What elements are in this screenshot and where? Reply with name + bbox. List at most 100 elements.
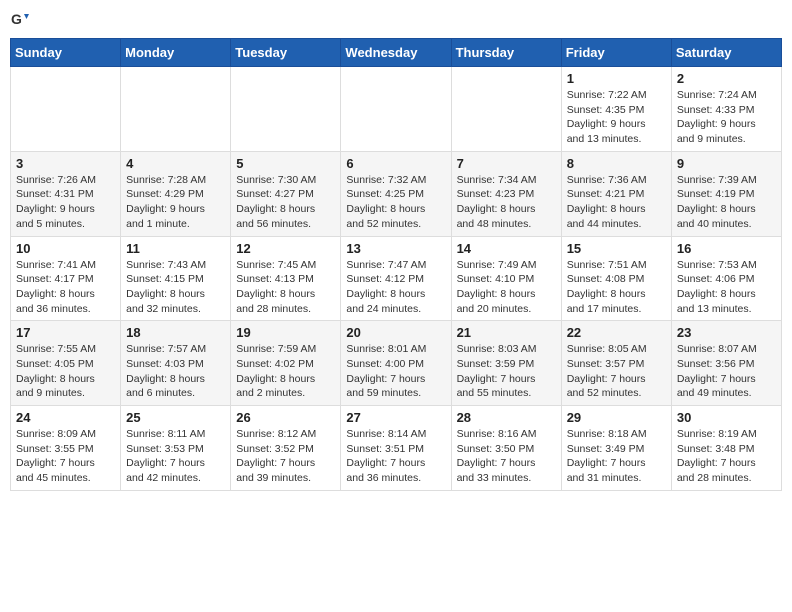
calendar-cell: 13 Sunrise: 7:47 AM Sunset: 4:12 PM Dayli… [341, 236, 451, 321]
day-info: Sunrise: 8:11 AM Sunset: 3:53 PM Dayligh… [126, 427, 225, 486]
day-info: Sunrise: 7:47 AM Sunset: 4:12 PM Dayligh… [346, 258, 445, 317]
day-number: 24 [16, 410, 115, 425]
day-info: Sunrise: 7:34 AM Sunset: 4:23 PM Dayligh… [457, 173, 556, 232]
day-info: Sunrise: 7:32 AM Sunset: 4:25 PM Dayligh… [346, 173, 445, 232]
day-number: 25 [126, 410, 225, 425]
day-number: 14 [457, 241, 556, 256]
day-number: 27 [346, 410, 445, 425]
day-info: Sunrise: 7:36 AM Sunset: 4:21 PM Dayligh… [567, 173, 666, 232]
calendar-cell [11, 67, 121, 152]
day-number: 3 [16, 156, 115, 171]
day-number: 29 [567, 410, 666, 425]
day-number: 9 [677, 156, 776, 171]
calendar-cell: 1Sunrise: 7:22 AM Sunset: 4:35 PM Daylig… [561, 67, 671, 152]
calendar-cell: 26 Sunrise: 8:12 AM Sunset: 3:52 PM Dayli… [231, 406, 341, 491]
day-number: 4 [126, 156, 225, 171]
weekday-header-friday: Friday [561, 39, 671, 67]
day-number: 28 [457, 410, 556, 425]
day-info: Sunrise: 7:26 AM Sunset: 4:31 PM Dayligh… [16, 173, 115, 232]
day-info: Sunrise: 8:12 AM Sunset: 3:52 PM Dayligh… [236, 427, 335, 486]
calendar-cell: 2 Sunrise: 7:24 AM Sunset: 4:33 PM Daylig… [671, 67, 781, 152]
day-number: 21 [457, 325, 556, 340]
day-info: Sunrise: 7:41 AM Sunset: 4:17 PM Dayligh… [16, 258, 115, 317]
day-number: 17 [16, 325, 115, 340]
day-info: Sunrise: 7:55 AM Sunset: 4:05 PM Dayligh… [16, 342, 115, 401]
calendar-cell: 4 Sunrise: 7:28 AM Sunset: 4:29 PM Daylig… [121, 151, 231, 236]
calendar-cell [231, 67, 341, 152]
day-info: Sunrise: 7:57 AM Sunset: 4:03 PM Dayligh… [126, 342, 225, 401]
calendar-cell: 30 Sunrise: 8:19 AM Sunset: 3:48 PM Dayli… [671, 406, 781, 491]
weekday-header-saturday: Saturday [671, 39, 781, 67]
calendar-cell [341, 67, 451, 152]
day-info: Sunrise: 7:51 AM Sunset: 4:08 PM Dayligh… [567, 258, 666, 317]
day-number: 2 [677, 71, 776, 86]
svg-text:G: G [11, 11, 22, 27]
day-info: Sunrise: 7:53 AM Sunset: 4:06 PM Dayligh… [677, 258, 776, 317]
calendar-cell: 10 Sunrise: 7:41 AM Sunset: 4:17 PM Dayli… [11, 236, 121, 321]
day-number: 30 [677, 410, 776, 425]
calendar-cell: 27 Sunrise: 8:14 AM Sunset: 3:51 PM Dayli… [341, 406, 451, 491]
weekday-header-wednesday: Wednesday [341, 39, 451, 67]
week-row-3: 10 Sunrise: 7:41 AM Sunset: 4:17 PM Dayli… [11, 236, 782, 321]
week-row-4: 17 Sunrise: 7:55 AM Sunset: 4:05 PM Dayli… [11, 321, 782, 406]
header: G [10, 10, 782, 30]
day-number: 6 [346, 156, 445, 171]
logo: G [10, 10, 34, 30]
day-number: 23 [677, 325, 776, 340]
calendar-cell: 19 Sunrise: 7:59 AM Sunset: 4:02 PM Dayli… [231, 321, 341, 406]
day-info: Sunrise: 7:39 AM Sunset: 4:19 PM Dayligh… [677, 173, 776, 232]
day-info: Sunrise: 7:30 AM Sunset: 4:27 PM Dayligh… [236, 173, 335, 232]
day-number: 19 [236, 325, 335, 340]
day-number: 16 [677, 241, 776, 256]
weekday-header-row: SundayMondayTuesdayWednesdayThursdayFrid… [11, 39, 782, 67]
day-number: 8 [567, 156, 666, 171]
day-number: 5 [236, 156, 335, 171]
weekday-header-sunday: Sunday [11, 39, 121, 67]
day-info: Sunrise: 7:43 AM Sunset: 4:15 PM Dayligh… [126, 258, 225, 317]
day-info: Sunrise: 7:24 AM Sunset: 4:33 PM Dayligh… [677, 88, 776, 147]
calendar-cell: 25 Sunrise: 8:11 AM Sunset: 3:53 PM Dayli… [121, 406, 231, 491]
day-number: 18 [126, 325, 225, 340]
calendar-cell: 20Sunrise: 8:01 AM Sunset: 4:00 PM Dayli… [341, 321, 451, 406]
day-info: Sunrise: 8:09 AM Sunset: 3:55 PM Dayligh… [16, 427, 115, 486]
calendar-cell: 23 Sunrise: 8:07 AM Sunset: 3:56 PM Dayli… [671, 321, 781, 406]
day-info: Sunrise: 8:03 AM Sunset: 3:59 PM Dayligh… [457, 342, 556, 401]
day-info: Sunrise: 8:19 AM Sunset: 3:48 PM Dayligh… [677, 427, 776, 486]
calendar-cell: 17 Sunrise: 7:55 AM Sunset: 4:05 PM Dayli… [11, 321, 121, 406]
week-row-2: 3 Sunrise: 7:26 AM Sunset: 4:31 PM Daylig… [11, 151, 782, 236]
day-info: Sunrise: 8:07 AM Sunset: 3:56 PM Dayligh… [677, 342, 776, 401]
weekday-header-thursday: Thursday [451, 39, 561, 67]
week-row-1: 1Sunrise: 7:22 AM Sunset: 4:35 PM Daylig… [11, 67, 782, 152]
day-number: 20 [346, 325, 445, 340]
day-info: Sunrise: 7:59 AM Sunset: 4:02 PM Dayligh… [236, 342, 335, 401]
calendar-cell: 15 Sunrise: 7:51 AM Sunset: 4:08 PM Dayli… [561, 236, 671, 321]
day-info: Sunrise: 7:45 AM Sunset: 4:13 PM Dayligh… [236, 258, 335, 317]
calendar-cell: 29 Sunrise: 8:18 AM Sunset: 3:49 PM Dayli… [561, 406, 671, 491]
week-row-5: 24 Sunrise: 8:09 AM Sunset: 3:55 PM Dayli… [11, 406, 782, 491]
day-number: 13 [346, 241, 445, 256]
day-number: 12 [236, 241, 335, 256]
calendar-cell: 9 Sunrise: 7:39 AM Sunset: 4:19 PM Daylig… [671, 151, 781, 236]
day-number: 15 [567, 241, 666, 256]
calendar-table: SundayMondayTuesdayWednesdayThursdayFrid… [10, 38, 782, 491]
calendar-cell: 6 Sunrise: 7:32 AM Sunset: 4:25 PM Daylig… [341, 151, 451, 236]
calendar-cell: 18 Sunrise: 7:57 AM Sunset: 4:03 PM Dayli… [121, 321, 231, 406]
calendar-cell: 21 Sunrise: 8:03 AM Sunset: 3:59 PM Dayli… [451, 321, 561, 406]
calendar-cell: 3 Sunrise: 7:26 AM Sunset: 4:31 PM Daylig… [11, 151, 121, 236]
day-info: Sunrise: 7:28 AM Sunset: 4:29 PM Dayligh… [126, 173, 225, 232]
day-number: 26 [236, 410, 335, 425]
day-number: 10 [16, 241, 115, 256]
day-info: Sunrise: 7:49 AM Sunset: 4:10 PM Dayligh… [457, 258, 556, 317]
calendar-cell: 24 Sunrise: 8:09 AM Sunset: 3:55 PM Dayli… [11, 406, 121, 491]
weekday-header-tuesday: Tuesday [231, 39, 341, 67]
logo-icon: G [10, 10, 30, 30]
calendar-cell [121, 67, 231, 152]
day-number: 22 [567, 325, 666, 340]
weekday-header-monday: Monday [121, 39, 231, 67]
calendar-cell [451, 67, 561, 152]
day-info: Sunrise: 8:18 AM Sunset: 3:49 PM Dayligh… [567, 427, 666, 486]
day-info: Sunrise: 8:14 AM Sunset: 3:51 PM Dayligh… [346, 427, 445, 486]
calendar-cell: 5 Sunrise: 7:30 AM Sunset: 4:27 PM Daylig… [231, 151, 341, 236]
calendar-cell: 11Sunrise: 7:43 AM Sunset: 4:15 PM Dayli… [121, 236, 231, 321]
day-info: Sunrise: 7:22 AM Sunset: 4:35 PM Dayligh… [567, 88, 666, 147]
